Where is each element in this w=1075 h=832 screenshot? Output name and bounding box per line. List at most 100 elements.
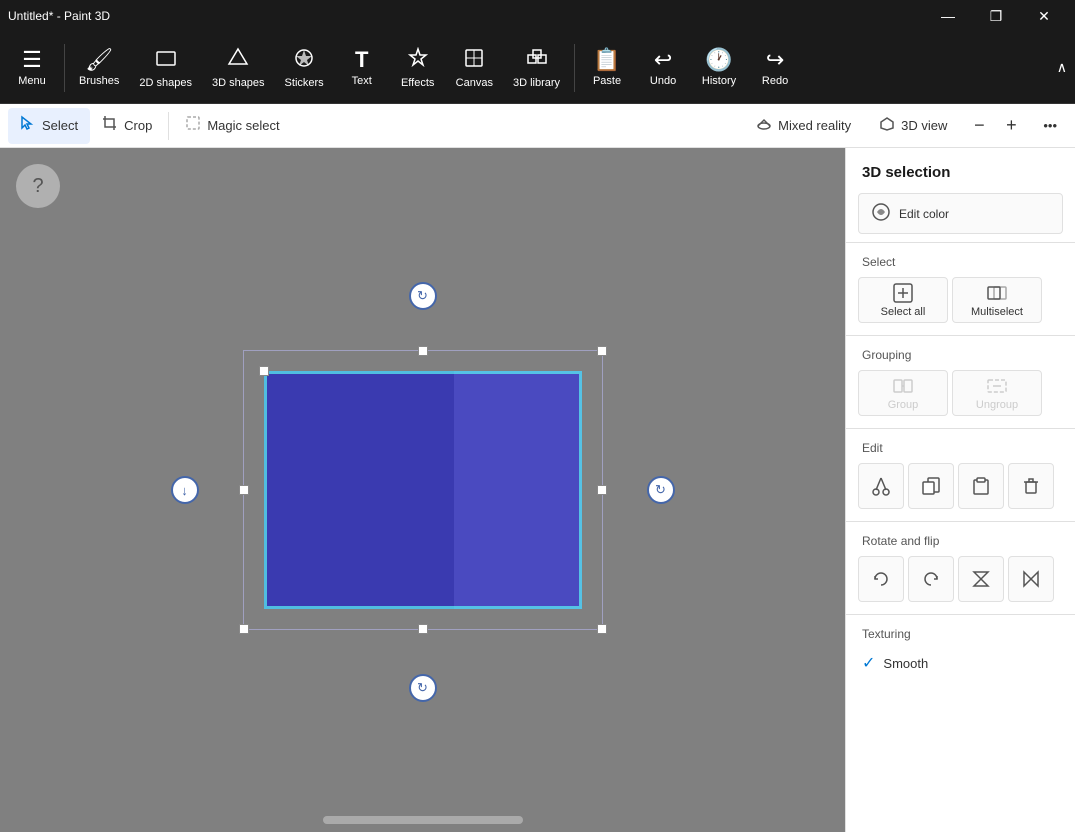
toolbar-text[interactable]: T Text [334, 36, 390, 100]
grouping-buttons-row: Group Ungroup [846, 366, 1075, 424]
copy-button[interactable] [908, 463, 954, 509]
selectbar-select[interactable]: Select [8, 108, 90, 144]
select-section-label: Select [846, 247, 1075, 273]
rotate-flip-row [846, 552, 1075, 610]
mixed-reality-label: Mixed reality [778, 118, 851, 133]
toolbar-3dlibrary[interactable]: 3D library [503, 36, 570, 100]
help-button[interactable]: ? [16, 164, 60, 208]
brushes-label: Brushes [79, 75, 119, 87]
rotate-handle-right[interactable]: ↻ [647, 476, 675, 504]
crop-icon [102, 115, 118, 136]
menu-label: Menu [18, 75, 46, 87]
magic-select-label: Magic select [207, 118, 279, 133]
handle-bottom-middle[interactable] [418, 624, 428, 634]
edit-color-button[interactable]: Edit color [858, 193, 1063, 234]
redo-label: Redo [762, 75, 788, 87]
ungroup-label: Ungroup [976, 399, 1018, 411]
titlebar: Untitled* - Paint 3D — ❐ ✕ [0, 0, 1075, 32]
divider-4 [846, 521, 1075, 522]
3dlibrary-icon [526, 47, 548, 73]
handle-bottom-left[interactable] [239, 624, 249, 634]
view3d-btn[interactable]: 3D view [869, 112, 957, 139]
handle-top-left[interactable] [259, 366, 269, 376]
history-label: History [702, 75, 736, 87]
multiselect-label: Multiselect [971, 306, 1023, 318]
edit-section-label: Edit [846, 433, 1075, 459]
toolbar-redo[interactable]: ↪ Redo [747, 36, 803, 100]
crop-label: Crop [124, 118, 152, 133]
close-button[interactable]: ✕ [1021, 0, 1067, 32]
cut-button[interactable] [858, 463, 904, 509]
rotate-right-button[interactable] [908, 556, 954, 602]
history-icon: 🕐 [705, 49, 732, 71]
edit-buttons-row [846, 459, 1075, 517]
paste-object-button[interactable] [958, 463, 1004, 509]
more-options-btn[interactable]: ••• [1033, 114, 1067, 137]
3d-object [264, 371, 582, 609]
horizontal-scrollbar[interactable] [323, 816, 523, 824]
handle-middle-right[interactable] [597, 485, 607, 495]
selection-box [243, 350, 603, 630]
toolbar-2dshapes[interactable]: 2D shapes [129, 36, 202, 100]
rotate-handle-left[interactable]: ↓ [171, 476, 199, 504]
toolbar-canvas[interactable]: Canvas [446, 36, 503, 100]
selectbar-sep [168, 112, 169, 140]
zoom-controls: − + [965, 112, 1025, 140]
delete-button[interactable] [1008, 463, 1054, 509]
paste-label: Paste [593, 75, 621, 87]
divider-2 [846, 335, 1075, 336]
flip-vertical-button[interactable] [958, 556, 1004, 602]
zoom-out-button[interactable]: − [965, 112, 993, 140]
selectbar-magic-select[interactable]: Magic select [173, 108, 291, 144]
mixed-reality-btn[interactable]: Mixed reality [746, 112, 861, 139]
magic-select-icon [185, 115, 201, 136]
toolbar-history[interactable]: 🕐 History [691, 36, 747, 100]
smooth-checkmark: ✓ [862, 653, 875, 673]
canvas-label: Canvas [456, 77, 493, 89]
toolbar-3dshapes[interactable]: 3D shapes [202, 36, 275, 100]
2dshapes-icon [155, 47, 177, 73]
select-all-button[interactable]: Select all [858, 277, 948, 323]
stickers-icon [293, 47, 315, 73]
toolbar-menu[interactable]: ☰ Menu [4, 36, 60, 100]
mixed-reality-icon [756, 116, 772, 135]
grouping-section-label: Grouping [846, 340, 1075, 366]
rotate-handle-bottom[interactable]: ↻ [409, 674, 437, 702]
canvas-area[interactable]: ? ↻ ↻ ↓ ↻ [0, 148, 845, 832]
handle-top-middle[interactable] [418, 346, 428, 356]
handle-middle-left[interactable] [239, 485, 249, 495]
rotate-handle-top[interactable]: ↻ [409, 282, 437, 310]
menu-icon: ☰ [22, 49, 42, 71]
edit-color-label: Edit color [899, 207, 949, 221]
multiselect-button[interactable]: Multiselect [952, 277, 1042, 323]
rotate-left-button[interactable] [858, 556, 904, 602]
right-panel: 3D selection Edit color Select Select al… [845, 148, 1075, 832]
flip-horizontal-button[interactable] [1008, 556, 1054, 602]
selectbar: Select Crop Magic select Mixed reality 3… [0, 104, 1075, 148]
toolbar-stickers[interactable]: Stickers [275, 36, 334, 100]
minimize-button[interactable]: — [925, 0, 971, 32]
rotate-flip-label: Rotate and flip [846, 526, 1075, 552]
selected-object-container: ↻ ↻ ↓ ↻ [223, 330, 623, 650]
toolbar-expand[interactable]: ∧ [1053, 55, 1071, 80]
handle-bottom-right[interactable] [597, 624, 607, 634]
effects-label: Effects [401, 77, 434, 89]
divider-3 [846, 428, 1075, 429]
paste-icon: 📋 [593, 49, 620, 71]
zoom-in-button[interactable]: + [997, 112, 1025, 140]
select-cursor-icon [20, 115, 36, 136]
object-selection-border [264, 371, 582, 609]
edit-color-icon [871, 202, 891, 225]
toolbar-undo[interactable]: ↩ Undo [635, 36, 691, 100]
handle-top-right[interactable] [597, 346, 607, 356]
maximize-button[interactable]: ❐ [973, 0, 1019, 32]
selectbar-crop[interactable]: Crop [90, 108, 164, 144]
toolbar-paste[interactable]: 📋 Paste [579, 36, 635, 100]
canvas-icon [463, 47, 485, 73]
redo-icon: ↪ [766, 49, 784, 71]
toolbar-effects[interactable]: Effects [390, 36, 446, 100]
main-toolbar: ☰ Menu 🖌 Brushes 2D shapes 3D shapes Sti… [0, 32, 1075, 104]
3dshapes-icon [227, 47, 249, 73]
toolbar-brushes[interactable]: 🖌 Brushes [69, 36, 129, 100]
smooth-row[interactable]: ✓ Smooth [846, 645, 1075, 681]
